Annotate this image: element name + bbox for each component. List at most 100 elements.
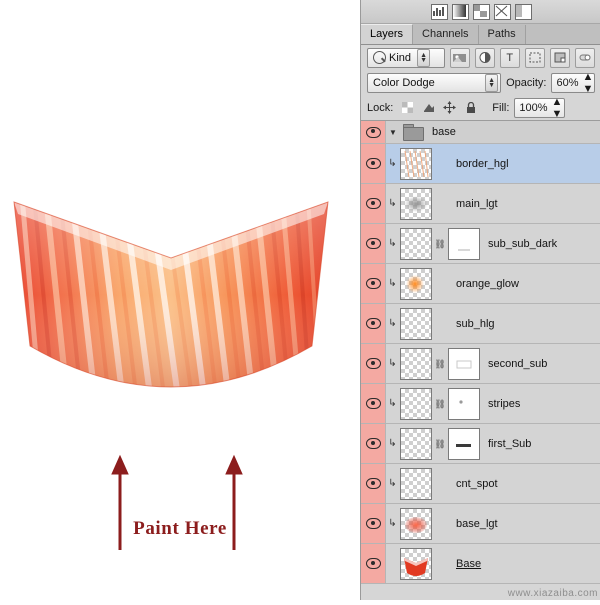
- layer-row-first-sub[interactable]: ↳ ⛓ first_Sub: [361, 424, 600, 464]
- fill-box-icon[interactable]: [515, 4, 532, 20]
- lock-image-icon[interactable]: [422, 101, 435, 114]
- opacity-value-field[interactable]: 60% ▲▼: [551, 73, 595, 93]
- link-icon[interactable]: ⛓: [434, 360, 445, 368]
- layer-row-second-sub[interactable]: ↳ ⛓ second_sub: [361, 344, 600, 384]
- layer-thumbnail[interactable]: [400, 548, 432, 580]
- layer-row-main-lgt[interactable]: ↳ main_lgt: [361, 184, 600, 224]
- panel-tabs[interactable]: Layers Channels Paths: [361, 24, 600, 45]
- layer-name[interactable]: sub_sub_dark: [488, 238, 557, 250]
- layers-list[interactable]: ▼ base ↳ border_hgl: [361, 120, 600, 584]
- layer-thumbnail[interactable]: [400, 188, 432, 220]
- lock-icon-group[interactable]: [401, 101, 477, 114]
- visibility-toggle[interactable]: [361, 304, 386, 343]
- layer-name[interactable]: base_lgt: [456, 518, 498, 530]
- layer-name[interactable]: border_hgl: [456, 158, 509, 170]
- layer-name[interactable]: sub_hlg: [456, 318, 495, 330]
- layer-thumbnail[interactable]: [400, 348, 432, 380]
- cupcake-liner-svg: [12, 196, 330, 416]
- layer-row-base[interactable]: Base: [361, 544, 600, 584]
- eye-icon: [366, 438, 381, 449]
- visibility-toggle[interactable]: [361, 344, 386, 383]
- tab-channels[interactable]: Channels: [413, 25, 478, 44]
- link-column[interactable]: ⛓: [432, 240, 448, 248]
- chevron-updown-icon-opacity[interactable]: ▲▼: [583, 71, 594, 95]
- adjustment-filter-icon[interactable]: [475, 48, 495, 68]
- type-filter-icon[interactable]: T: [500, 48, 520, 68]
- visibility-toggle[interactable]: [361, 424, 386, 463]
- tab-layers[interactable]: Layers: [361, 24, 413, 44]
- histogram-icon[interactable]: [431, 4, 448, 20]
- layer-thumbnail[interactable]: [400, 468, 432, 500]
- layer-mask-thumbnail[interactable]: [448, 228, 480, 260]
- layer-thumbnail[interactable]: [400, 308, 432, 340]
- layer-row-orange-glow[interactable]: ↳ orange_glow: [361, 264, 600, 304]
- layer-mask-thumbnail[interactable]: [448, 428, 480, 460]
- layer-name[interactable]: cnt_spot: [456, 478, 498, 490]
- chevron-updown-icon-blend[interactable]: ▲▼: [485, 74, 498, 92]
- layer-row-base-lgt[interactable]: ↳ base_lgt: [361, 504, 600, 544]
- filter-row[interactable]: Kind ▲▼ T: [361, 45, 600, 70]
- chevron-updown-icon[interactable]: ▲▼: [417, 49, 430, 67]
- fill-value: 100%: [519, 102, 547, 114]
- fill-value-field[interactable]: 100% ▲▼: [514, 98, 565, 118]
- link-icon[interactable]: ⛓: [434, 400, 445, 408]
- layer-mask-thumbnail[interactable]: [448, 348, 480, 380]
- link-column[interactable]: ⛓: [432, 400, 448, 408]
- layer-name[interactable]: Base: [456, 558, 481, 570]
- layer-row-cnt-spot[interactable]: ↳ cnt_spot: [361, 464, 600, 504]
- layer-group-base[interactable]: ▼ base: [361, 121, 600, 144]
- panel-icon-strip[interactable]: [361, 0, 600, 24]
- pixel-filter-icon[interactable]: [450, 48, 470, 68]
- lock-all-icon[interactable]: [464, 101, 477, 114]
- layers-panel[interactable]: Layers Channels Paths Kind ▲▼ T: [360, 0, 600, 600]
- checker-icon[interactable]: [473, 4, 490, 20]
- layer-name[interactable]: base: [432, 126, 456, 138]
- layer-thumbnail[interactable]: [400, 228, 432, 260]
- lock-position-icon[interactable]: [443, 101, 456, 114]
- lock-row[interactable]: Lock: Fill: 100% ▲▼: [361, 95, 600, 120]
- visibility-toggle[interactable]: [361, 184, 386, 223]
- layer-mask-thumbnail[interactable]: [448, 388, 480, 420]
- smart-object-filter-icon[interactable]: [550, 48, 570, 68]
- blend-mode-select[interactable]: Color Dodge ▲▼: [367, 73, 501, 93]
- visibility-toggle[interactable]: [361, 224, 386, 263]
- chevron-updown-icon-fill[interactable]: ▲▼: [552, 96, 563, 120]
- blend-row[interactable]: Color Dodge ▲▼ Opacity: 60% ▲▼: [361, 70, 600, 95]
- link-icon[interactable]: ⛓: [434, 440, 445, 448]
- lock-transparent-icon[interactable]: [401, 101, 414, 114]
- clipping-mask-indicator: ↳: [386, 398, 399, 409]
- filter-kind-select[interactable]: Kind ▲▼: [367, 48, 445, 68]
- cupcake-liner-artwork: [12, 196, 330, 416]
- tab-paths[interactable]: Paths: [479, 25, 526, 44]
- layer-row-stripes[interactable]: ↳ ⛓ stripes: [361, 384, 600, 424]
- visibility-toggle[interactable]: [361, 144, 386, 183]
- layer-thumbnail[interactable]: [400, 508, 432, 540]
- layer-row-sub-hlg[interactable]: ↳ sub_hlg: [361, 304, 600, 344]
- link-column[interactable]: ⛓: [432, 360, 448, 368]
- link-column[interactable]: ⛓: [432, 440, 448, 448]
- document-canvas[interactable]: Paint Here: [0, 0, 360, 600]
- visibility-toggle[interactable]: [361, 544, 386, 583]
- layer-thumbnail[interactable]: [400, 148, 432, 180]
- visibility-toggle[interactable]: [361, 264, 386, 303]
- visibility-toggle[interactable]: [361, 464, 386, 503]
- gradient-icon[interactable]: [452, 4, 469, 20]
- shape-filter-icon[interactable]: [525, 48, 545, 68]
- layer-name[interactable]: main_lgt: [456, 198, 498, 210]
- visibility-toggle[interactable]: [361, 121, 386, 143]
- close-box-icon[interactable]: [494, 4, 511, 20]
- layer-name[interactable]: orange_glow: [456, 278, 519, 290]
- layer-thumbnail[interactable]: [400, 268, 432, 300]
- layer-name[interactable]: stripes: [488, 398, 520, 410]
- layer-row-sub-sub-dark[interactable]: ↳ ⛓ sub_sub_dark: [361, 224, 600, 264]
- visibility-toggle[interactable]: [361, 504, 386, 543]
- layer-thumbnail[interactable]: [400, 388, 432, 420]
- visibility-toggle[interactable]: [361, 384, 386, 423]
- layer-name[interactable]: first_Sub: [488, 438, 531, 450]
- layer-row-border-hgl[interactable]: ↳ border_hgl: [361, 144, 600, 184]
- filter-toggle-icon[interactable]: [575, 48, 595, 68]
- link-icon[interactable]: ⛓: [434, 240, 445, 248]
- layer-thumbnail[interactable]: [400, 428, 432, 460]
- disclosure-triangle-icon[interactable]: ▼: [386, 128, 400, 137]
- layer-name[interactable]: second_sub: [488, 358, 547, 370]
